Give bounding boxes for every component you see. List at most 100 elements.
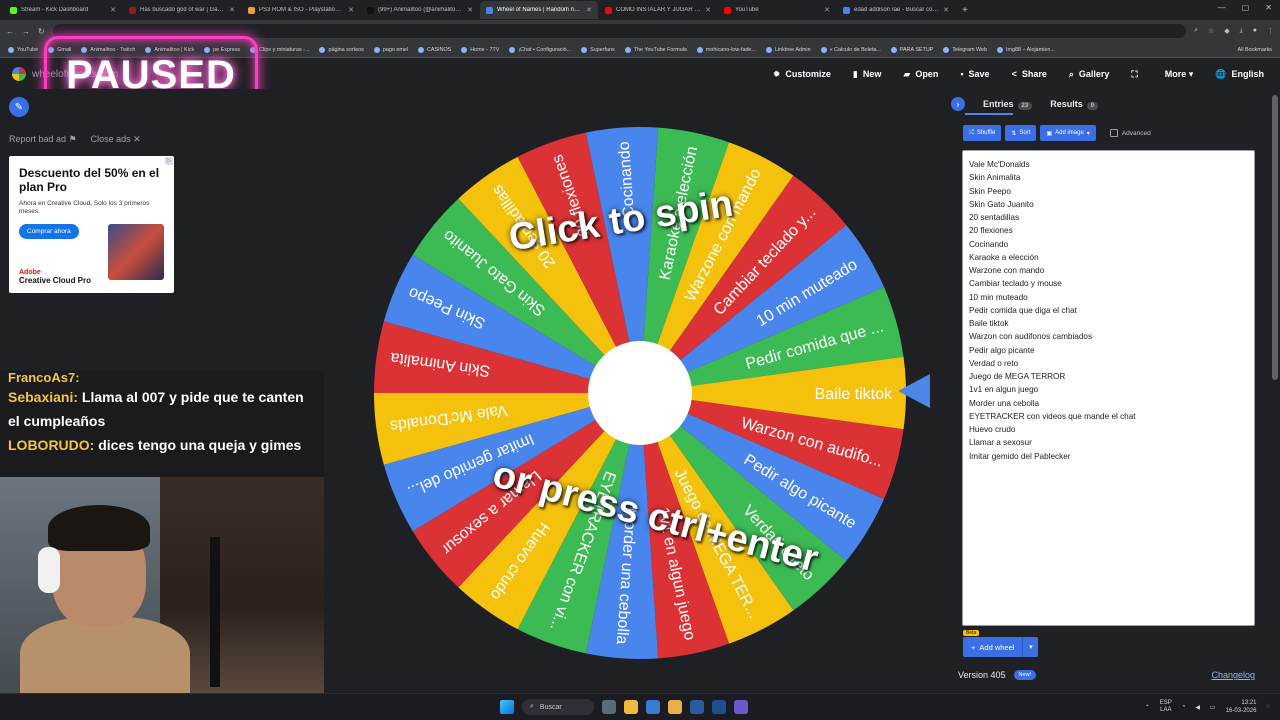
zoom-icon[interactable]: ⌕	[1194, 27, 1198, 35]
entry-line[interactable]: 20 flexiones	[969, 224, 1248, 237]
entry-line[interactable]: Vale Mc'Donalds	[969, 158, 1248, 171]
entry-line[interactable]: 1v1 en algun juego	[969, 383, 1248, 396]
windows-start-icon[interactable]	[500, 700, 514, 714]
browser-tab[interactable]: edad addison rae - Buscar con... ✕	[837, 1, 955, 19]
tab-results[interactable]: Results 0	[1050, 99, 1099, 110]
star-icon[interactable]: ☆	[1208, 27, 1214, 35]
close-tab-icon[interactable]: ✕	[110, 6, 116, 14]
ad-info-icon[interactable]: ▷	[165, 157, 173, 165]
nav-english[interactable]: 🌐 English	[1215, 69, 1264, 80]
close-tab-icon[interactable]: ✕	[348, 6, 354, 14]
add-wheel-dropdown[interactable]: ▾	[1022, 637, 1039, 657]
menu-icon[interactable]: ⋮	[1267, 27, 1274, 35]
ad-banner[interactable]: ▷ Descuento del 50% en el plan Pro Ahora…	[9, 156, 174, 293]
nav-more[interactable]: More ▾	[1165, 69, 1194, 80]
notification-icon[interactable]: ◌	[1266, 704, 1270, 710]
browser-tab[interactable]: COMO INSTALAR Y JUGAR GO... ✕	[599, 1, 717, 19]
nav-new[interactable]: ▮ New	[853, 69, 881, 80]
entry-line[interactable]: Llamar a sexosur	[969, 436, 1248, 449]
battery-icon[interactable]: ▭	[1210, 704, 1216, 711]
entry-line[interactable]: Warzone con mando	[969, 264, 1248, 277]
wifi-icon[interactable]: ◔	[1182, 704, 1186, 710]
bookmark-item[interactable]: Telegram Web	[943, 46, 987, 53]
nav-fullscreen[interactable]: ⛶	[1131, 69, 1142, 80]
browser-tab[interactable]: Stream - Kick Dashboard ✕	[4, 1, 122, 19]
entry-line[interactable]: Skin Animalita	[969, 171, 1248, 184]
bookmark-item[interactable]: pago emel	[373, 46, 408, 53]
edit-pencil-button[interactable]: ✎	[9, 97, 29, 117]
close-tab-icon[interactable]: ✕	[229, 6, 235, 14]
nav-gallery[interactable]: ⌕ Gallery	[1069, 69, 1110, 80]
entry-line[interactable]: Juego de MEGA TERROR	[969, 370, 1248, 383]
close-tab-icon[interactable]: ✕	[467, 6, 473, 14]
entry-line[interactable]: EYETRACKER con videos que mande el chat	[969, 410, 1248, 423]
photoshop-icon[interactable]	[712, 700, 726, 714]
entry-line[interactable]: Warzon con audifonos cambiados	[969, 330, 1248, 343]
entry-line[interactable]: 20 sentadillas	[969, 211, 1248, 224]
maximize-icon[interactable]: ▢	[1242, 3, 1250, 12]
entry-line[interactable]: Pedir comida que diga el chat	[969, 304, 1248, 317]
new-tab-button[interactable]: +	[962, 5, 968, 16]
chrome-icon[interactable]	[668, 700, 682, 714]
entry-line[interactable]: Karaoke a elección	[969, 251, 1248, 264]
nav-customize[interactable]: ✹ Customize	[773, 69, 831, 80]
close-ads-link[interactable]: Close ads ✕	[91, 134, 141, 145]
tray-expand-icon[interactable]: ⌃	[1145, 704, 1150, 711]
bookmark-item[interactable]: Superfans	[581, 46, 615, 53]
volume-icon[interactable]: ◀	[1195, 704, 1200, 711]
store-icon[interactable]	[646, 700, 660, 714]
entry-line[interactable]: Cocinando	[969, 238, 1248, 251]
minimize-icon[interactable]: —	[1218, 3, 1226, 12]
premiere-icon[interactable]	[690, 700, 704, 714]
bookmark-item[interactable]: Img88 – Alojamien...	[996, 46, 1055, 53]
nav-save[interactable]: ▪ Save	[960, 69, 989, 79]
reload-icon[interactable]: ↻	[38, 27, 45, 36]
changelog-link[interactable]: Changelog	[1211, 670, 1255, 680]
advanced-toggle[interactable]: Advanced	[1109, 129, 1151, 137]
twitch-app-icon[interactable]	[734, 700, 748, 714]
close-tab-icon[interactable]: ✕	[586, 6, 592, 14]
file-explorer-icon[interactable]	[624, 700, 638, 714]
close-tab-icon[interactable]: ✕	[943, 6, 949, 14]
nav-share[interactable]: < Share	[1012, 69, 1047, 79]
add-wheel-button[interactable]: + Add wheel	[963, 637, 1023, 657]
page-scrollbar[interactable]	[1272, 95, 1278, 380]
site-logo-icon[interactable]	[12, 67, 26, 81]
download-icon[interactable]: ⤓	[1240, 27, 1243, 35]
bookmark-item[interactable]: « Calculo de Boleta...	[820, 46, 881, 53]
close-tab-icon[interactable]: ✕	[705, 6, 711, 14]
language-indicator[interactable]: ESP LAA	[1160, 700, 1172, 714]
all-bookmarks[interactable]: All Bookmarks	[1238, 47, 1272, 53]
collapse-panel-icon[interactable]: ›	[951, 97, 965, 111]
bookmark-item[interactable]: CASINOS	[418, 46, 451, 53]
entry-line[interactable]: Morder una cebolla	[969, 397, 1248, 410]
browser-tab[interactable]: Has buscado god of war | Gam... ✕	[123, 1, 241, 19]
bookmark-item[interactable]: mohicano-low-fade...	[696, 46, 756, 53]
entries-textarea[interactable]: Vale Mc'Donalds Skin Animalita Skin Peepo S…	[962, 150, 1255, 626]
add-image-button[interactable]: ▣ Add image ▾	[1040, 125, 1096, 141]
bookmark-item[interactable]: página sorteos	[319, 46, 364, 53]
entry-line[interactable]: Baile tiktok	[969, 317, 1248, 330]
profile-icon[interactable]: ●	[1253, 27, 1257, 35]
browser-tab[interactable]: YouTube ✕	[718, 1, 836, 19]
advanced-checkbox[interactable]	[1109, 129, 1118, 137]
taskbar-search[interactable]: ⌕ Buscar	[522, 699, 594, 715]
entry-line[interactable]: Huevo crudo	[969, 423, 1248, 436]
entry-line[interactable]: Pedir algo picante	[969, 344, 1248, 357]
bookmark-item[interactable]: PARA SETUP	[890, 46, 933, 53]
extension-icon[interactable]: ◆	[1224, 27, 1229, 35]
tab-entries[interactable]: Entries 23	[969, 99, 1033, 110]
close-tab-icon[interactable]: ✕	[824, 6, 830, 14]
forward-icon[interactable]: →	[22, 27, 30, 36]
entry-line[interactable]: 10 min muteado	[969, 291, 1248, 304]
close-window-icon[interactable]: ✕	[1265, 3, 1272, 12]
ad-cta-button[interactable]: Comprar ahora	[19, 224, 79, 239]
entry-line[interactable]: Verdad o reto	[969, 357, 1248, 370]
sort-button[interactable]: ⇅ Sort	[1005, 125, 1037, 141]
browser-tab[interactable]: PS3 ROM & ISO - Playstation 3... ✕	[242, 1, 360, 19]
wheel-center[interactable]	[588, 341, 692, 445]
bookmark-item[interactable]: ¡Chat • Configuració...	[509, 46, 571, 53]
entry-line[interactable]: Cambiar teclado y mouse	[969, 277, 1248, 290]
nav-open[interactable]: ▰ Open	[903, 69, 938, 80]
task-view-icon[interactable]	[602, 700, 616, 714]
